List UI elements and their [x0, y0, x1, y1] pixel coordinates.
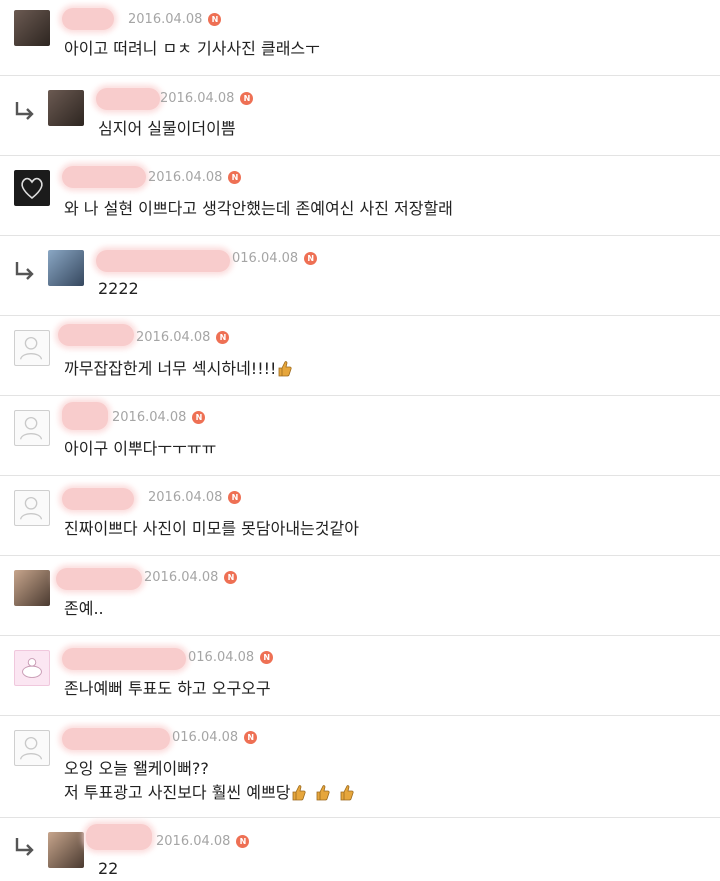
avatar[interactable]	[14, 650, 50, 686]
comment-date: 016.04.08	[232, 251, 299, 266]
comment-text: 오잉 오늘 왤케이뻐??	[64, 759, 209, 778]
comment-text: 아이구 이뿌다ㅜㅜㅠㅠ	[64, 439, 217, 458]
comment-text: 까무잡잡한게 너무 섹시하네!!!!	[64, 358, 293, 380]
default-user-icon	[20, 336, 43, 360]
comment-text: 심지어 실물이더이쁨	[98, 119, 236, 138]
author-name-redacted	[62, 8, 114, 30]
avatar[interactable]	[48, 832, 84, 868]
comment-meta: 2016.04.08 N	[148, 490, 242, 505]
comment-meta: 2016.04.08 N	[156, 834, 250, 849]
comment-meta: 2016.04.08 N	[144, 570, 238, 585]
comment-date: 2016.04.08	[112, 410, 187, 425]
comment-meta: 2016.04.08 N	[112, 410, 206, 425]
comment-item-reply: 2016.04.08 N 22	[0, 818, 720, 881]
reply-arrow-icon	[15, 838, 34, 856]
new-badge: N	[236, 835, 250, 848]
comment-date: 2016.04.08	[148, 490, 223, 505]
avatar-placeholder[interactable]	[14, 490, 50, 526]
heart-logo-icon	[21, 177, 43, 200]
avatar-placeholder[interactable]	[14, 730, 50, 766]
avatar[interactable]	[14, 170, 50, 206]
comment-list: 2016.04.08 N 아이고 떠려니 ㅁㅊ 기사사진 클래스ㅜ 2016.0…	[0, 0, 720, 881]
comment-text-content: 저 투표광고 사진보다 훨씬 예쁘당	[64, 783, 291, 802]
new-badge: N	[260, 651, 274, 664]
thumbs-up-emoji-icon	[293, 785, 307, 801]
thumbs-up-emoji-icon	[317, 785, 331, 801]
comment-date: 2016.04.08	[156, 834, 231, 849]
new-badge: N	[304, 252, 318, 265]
reply-arrow-icon	[15, 262, 34, 280]
comment-item: 016.04.08 N 오잉 오늘 왤케이뻐?? 저 투표광고 사진보다 훨씬 …	[0, 716, 720, 818]
comment-item: 2016.04.08 N 존예..	[0, 556, 720, 636]
new-badge: N	[208, 13, 222, 26]
avatar[interactable]	[48, 90, 84, 126]
comment-text: 존나예뻐 투표도 하고 오구오구	[64, 679, 271, 698]
comment-text: 22	[98, 859, 119, 878]
comment-text: 존예..	[64, 599, 104, 618]
comment-date: 2016.04.08	[160, 91, 235, 106]
comment-text: 아이고 떠려니 ㅁㅊ 기사사진 클래스ㅜ	[64, 39, 320, 58]
author-name-redacted	[62, 166, 146, 188]
new-badge: N	[216, 331, 230, 344]
comment-text-line2: 저 투표광고 사진보다 훨씬 예쁘당	[64, 782, 355, 804]
comment-date: 016.04.08	[172, 730, 239, 745]
comment-item: 2016.04.08 N 아이구 이뿌다ㅜㅜㅠㅠ	[0, 396, 720, 476]
avatar-placeholder[interactable]	[14, 330, 50, 366]
comment-meta: 016.04.08 N	[188, 650, 274, 665]
comment-date: 2016.04.08	[148, 170, 223, 185]
author-name-redacted	[96, 88, 160, 110]
new-badge: N	[192, 411, 206, 424]
default-user-icon	[20, 416, 43, 440]
new-badge: N	[244, 731, 258, 744]
comment-item: 2016.04.08 N 와 나 설현 이쁘다고 생각안했는데 존예여신 사진 …	[0, 156, 720, 236]
comment-text: 와 나 설현 이쁘다고 생각안했는데 존예여신 사진 저장할래	[64, 199, 453, 218]
comment-meta: 2016.04.08 N	[128, 12, 222, 27]
author-name-redacted	[62, 728, 170, 750]
author-name-redacted	[62, 648, 186, 670]
new-badge: N	[240, 92, 254, 105]
author-name-redacted	[58, 324, 134, 346]
new-badge: N	[228, 491, 242, 504]
avatar-placeholder[interactable]	[14, 410, 50, 446]
comment-item: 2016.04.08 N 진짜이쁘다 사진이 미모를 못담아내는것같아	[0, 476, 720, 556]
comment-meta: 016.04.08 N	[172, 730, 258, 745]
avatar[interactable]	[48, 250, 84, 286]
comment-meta: 016.04.08 N	[232, 251, 318, 266]
author-name-redacted	[62, 488, 134, 510]
comment-meta: 2016.04.08 N	[136, 330, 230, 345]
comment-date: 016.04.08	[188, 650, 255, 665]
comment-item: 2016.04.08 N 아이고 떠려니 ㅁㅊ 기사사진 클래스ㅜ	[0, 0, 720, 76]
comment-item-reply: 016.04.08 N 2222	[0, 236, 720, 316]
comment-date: 2016.04.08	[128, 12, 203, 27]
new-badge: N	[228, 171, 242, 184]
comment-item: 2016.04.08 N 까무잡잡한게 너무 섹시하네!!!!	[0, 316, 720, 396]
thumbs-up-emoji-icon	[341, 785, 355, 801]
comment-text-content: 까무잡잡한게 너무 섹시하네!!!!	[64, 359, 277, 378]
author-name-redacted	[96, 250, 230, 272]
reply-arrow-icon	[15, 102, 34, 120]
default-user-icon	[20, 496, 43, 520]
comment-item: 016.04.08 N 존나예뻐 투표도 하고 오구오구	[0, 636, 720, 716]
new-badge: N	[224, 571, 238, 584]
comment-date: 2016.04.08	[144, 570, 219, 585]
default-user-icon	[20, 736, 43, 760]
comment-meta: 2016.04.08 N	[148, 170, 242, 185]
comment-date: 2016.04.08	[136, 330, 211, 345]
thumbs-up-emoji-icon	[279, 361, 293, 377]
comment-text: 2222	[98, 279, 139, 298]
comment-meta: 2016.04.08 N	[160, 91, 254, 106]
cartoon-character-icon	[22, 658, 42, 678]
avatar[interactable]	[14, 570, 50, 606]
avatar[interactable]	[14, 10, 50, 46]
author-name-redacted	[62, 402, 108, 430]
author-name-redacted	[56, 568, 142, 590]
author-name-redacted	[86, 824, 152, 850]
comment-item-reply: 2016.04.08 N 심지어 실물이더이쁨	[0, 76, 720, 156]
comment-text: 진짜이쁘다 사진이 미모를 못담아내는것같아	[64, 519, 359, 538]
